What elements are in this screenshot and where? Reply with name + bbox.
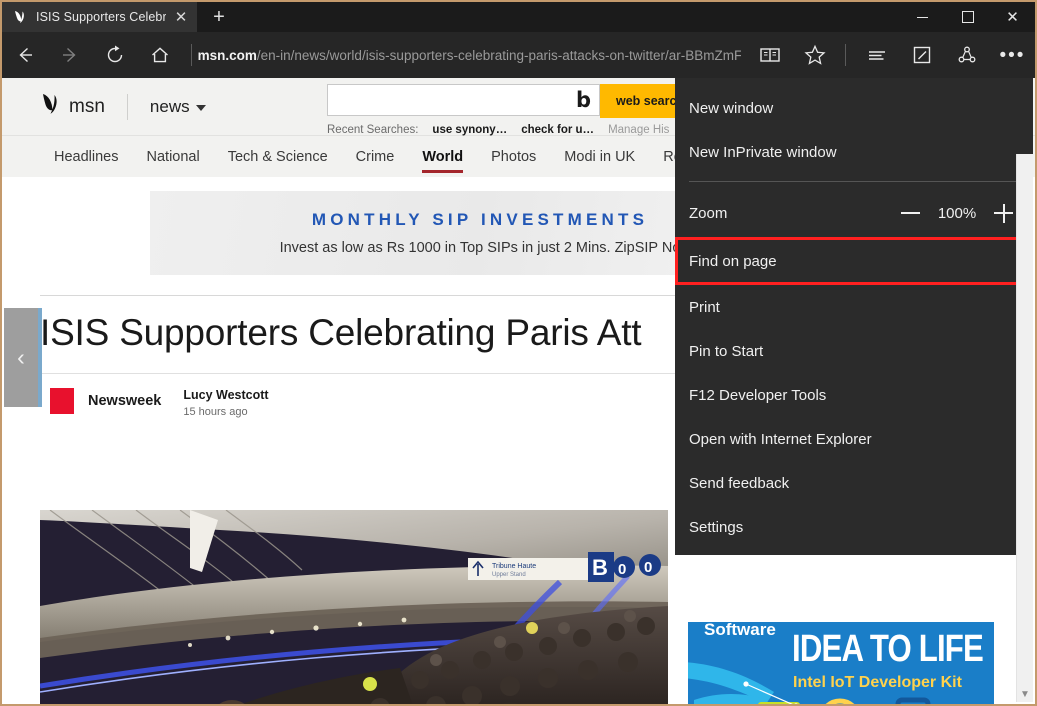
msn-logo[interactable]: msn: [40, 92, 105, 121]
plus-icon[interactable]: [994, 203, 1013, 223]
author-name: Lucy Westcott: [183, 387, 269, 402]
intel-iot-ad[interactable]: Software IDEA TO LIFE Intel IoT Develope…: [688, 622, 994, 704]
toolbar-divider: [190, 44, 192, 66]
ellipsis-icon[interactable]: •••: [990, 32, 1035, 78]
zoom-controls: 100%: [901, 203, 1013, 223]
refresh-icon[interactable]: [92, 32, 137, 78]
maximize-icon[interactable]: [945, 2, 990, 32]
recent-search-item-0[interactable]: use synony…: [432, 124, 507, 136]
recent-searches-label: Recent Searches:: [327, 124, 419, 136]
home-icon[interactable]: [137, 32, 182, 78]
browser-window: ISIS Supporters Celebrat ✕ + ✕ msn.com/e…: [0, 0, 1037, 706]
star-icon[interactable]: [792, 32, 837, 78]
section-selector[interactable]: news: [150, 97, 206, 117]
zoom-value: 100%: [937, 204, 977, 222]
menu-item-settings[interactable]: Settings: [675, 505, 1033, 549]
recent-searches: Recent Searches: use synony… check for u…: [327, 124, 669, 136]
title-bar: ISIS Supporters Celebrat ✕ + ✕: [2, 2, 1035, 32]
svg-text:0: 0: [644, 559, 652, 576]
msn-butterfly-icon: [40, 92, 62, 121]
minimize-icon[interactable]: [900, 2, 945, 32]
page-scrollbar[interactable]: ▼: [1016, 154, 1033, 702]
nav-item-world[interactable]: World: [408, 136, 477, 177]
new-tab-button[interactable]: +: [197, 2, 241, 32]
pen-square-icon[interactable]: [900, 32, 945, 78]
minus-icon[interactable]: [901, 212, 920, 214]
section-label: news: [149, 96, 190, 116]
menu-divider: [689, 181, 1019, 182]
menu-item-open-with-internet-explorer[interactable]: Open with Internet Explorer: [675, 417, 1033, 461]
nav-item-national[interactable]: National: [133, 136, 214, 177]
url-domain: msn.com: [197, 47, 257, 63]
nav-item-modi-in-uk[interactable]: Modi in UK: [550, 136, 649, 177]
nav-item-photos[interactable]: Photos: [477, 136, 550, 177]
address-bar[interactable]: msn.com/en-in/news/world/isis-supporters…: [198, 32, 748, 78]
menu-item-send-feedback[interactable]: Send feedback: [675, 461, 1033, 505]
article-author-block: Lucy Westcott 15 hours ago: [183, 388, 268, 418]
menu-item-pin-to-start[interactable]: Pin to Start: [675, 329, 1033, 373]
svg-text:0: 0: [618, 561, 626, 578]
svg-text:Tribune Haute: Tribune Haute: [492, 563, 536, 570]
header-divider: [126, 93, 128, 120]
nav-item-headlines[interactable]: Headlines: [40, 136, 133, 177]
article-timestamp: 15 hours ago: [183, 405, 248, 418]
newsweek-logo-icon: [50, 387, 74, 414]
ad-banner-title: MONTHLY SIP INVESTMENTS: [311, 210, 649, 229]
hub-lines-icon[interactable]: [854, 32, 899, 78]
recent-search-item-1[interactable]: check for u…: [521, 124, 594, 136]
forward-arrow-icon[interactable]: [47, 32, 92, 78]
zoom-label: Zoom: [689, 204, 728, 222]
source-name: Newsweek: [88, 392, 162, 409]
back-arrow-icon[interactable]: [2, 32, 47, 78]
close-icon[interactable]: ✕: [990, 2, 1035, 32]
prev-article-edge: [38, 308, 42, 407]
chevron-down-icon[interactable]: ▼: [1017, 689, 1033, 700]
address-text: msn.com/en-in/news/world/isis-supporters…: [198, 48, 742, 63]
browser-toolbar: msn.com/en-in/news/world/isis-supporters…: [2, 32, 1035, 78]
bing-b-icon: b: [575, 87, 591, 112]
ad-banner-subtitle: Invest as low as Rs 1000 in Top SIPs in …: [279, 240, 681, 256]
prev-article-button[interactable]: ‹: [4, 308, 38, 407]
menu-item-find-on-page[interactable]: Find on page: [675, 237, 1033, 285]
tab-title: ISIS Supporters Celebrat: [36, 10, 166, 24]
svg-text:Upper Stand: Upper Stand: [492, 572, 526, 578]
svg-text:B: B: [592, 555, 608, 580]
book-icon[interactable]: [747, 32, 792, 78]
toolbar-divider-2: [845, 44, 847, 66]
msn-butterfly-icon: [12, 9, 29, 26]
window-controls: ✕: [900, 2, 1035, 32]
browser-tab[interactable]: ISIS Supporters Celebrat ✕: [2, 2, 197, 32]
search-input[interactable]: b: [327, 84, 600, 116]
manage-history-link[interactable]: Manage His: [608, 124, 669, 136]
menu-item-new-inprivate-window[interactable]: New InPrivate window: [675, 130, 1033, 174]
menu-item-zoom: Zoom 100%: [675, 189, 1033, 237]
menu-item-f12-developer-tools[interactable]: F12 Developer Tools: [675, 373, 1033, 417]
msn-logo-text: msn: [69, 95, 105, 117]
nav-item-crime[interactable]: Crime: [342, 136, 409, 177]
url-path: /en-in/news/world/isis-supporters-celebr…: [256, 47, 742, 63]
site-search: b web search: [327, 84, 701, 118]
chevron-down-icon: [195, 105, 206, 111]
browser-more-menu: New window New InPrivate window Zoom 100…: [675, 78, 1033, 555]
more-label: •••: [999, 44, 1026, 66]
menu-item-print[interactable]: Print: [675, 285, 1033, 329]
close-icon[interactable]: ✕: [173, 10, 189, 25]
menu-item-new-window[interactable]: New window: [675, 86, 1033, 130]
nav-item-tech-science[interactable]: Tech & Science: [214, 136, 342, 177]
article-hero-image: Tribune Haute Upper Stand B 0 0: [40, 510, 668, 704]
article-source[interactable]: Newsweek: [50, 387, 162, 414]
share-icon[interactable]: [945, 32, 990, 78]
